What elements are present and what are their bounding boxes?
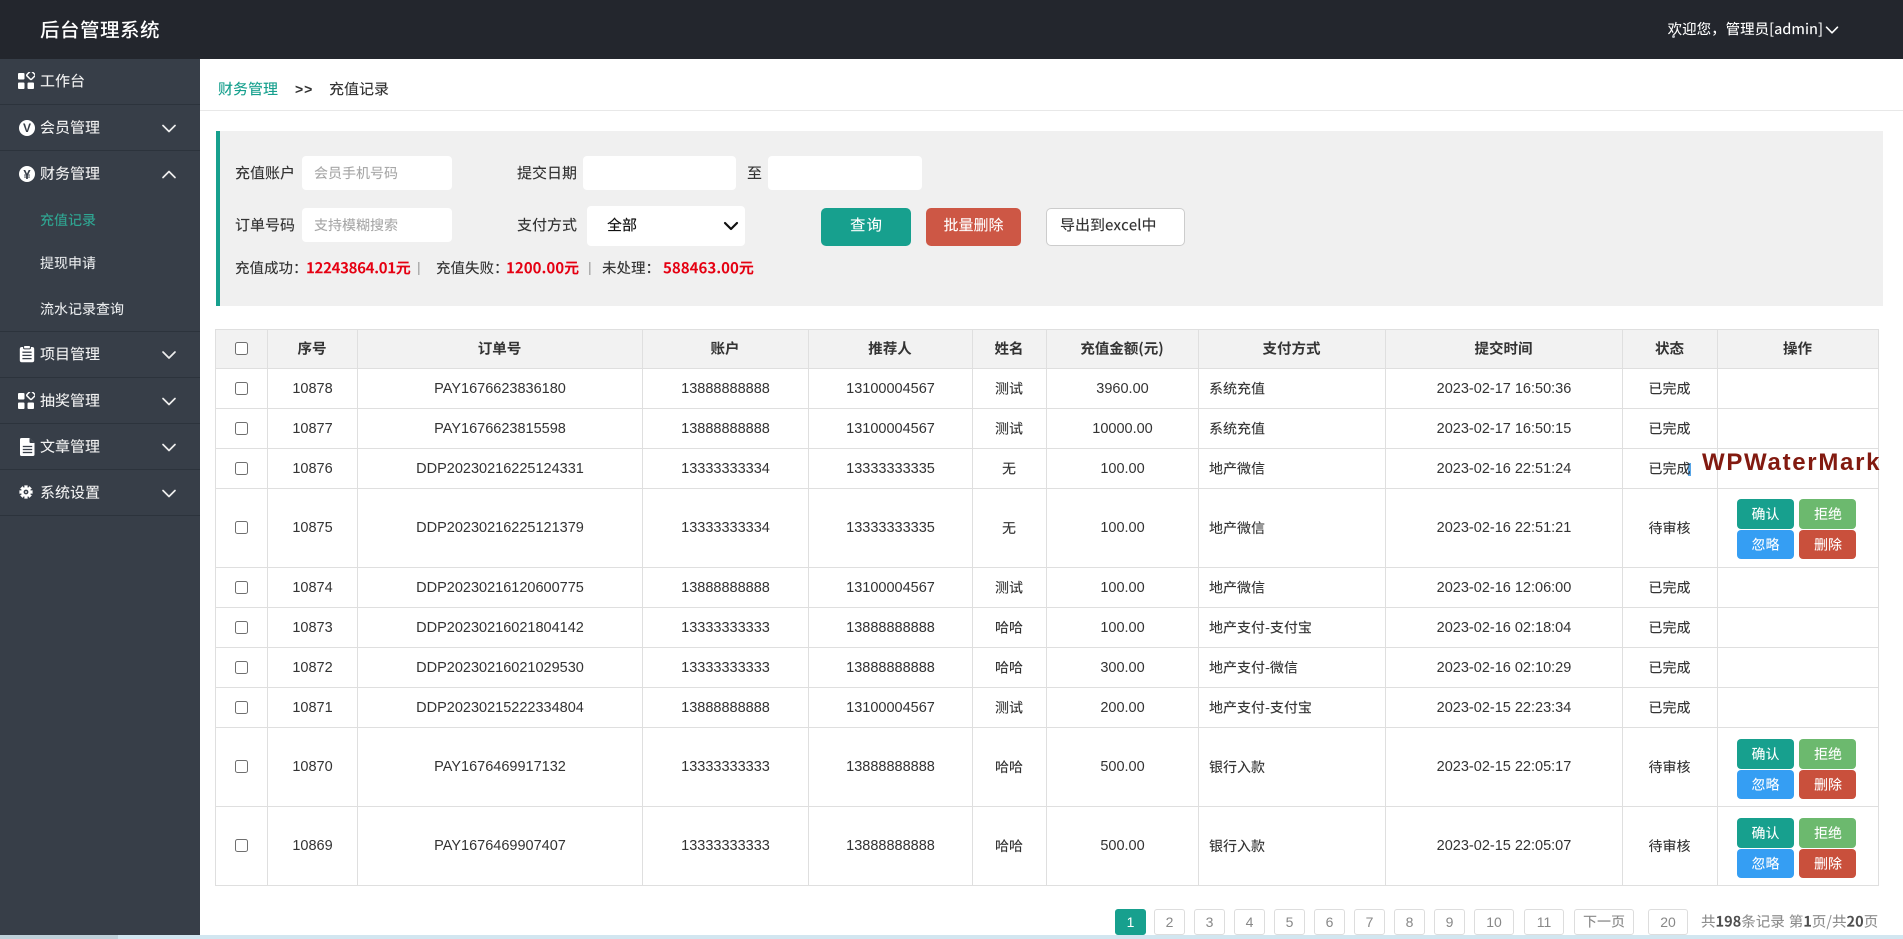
svg-text:¥: ¥ [23, 166, 31, 181]
svg-text:V: V [23, 121, 31, 135]
